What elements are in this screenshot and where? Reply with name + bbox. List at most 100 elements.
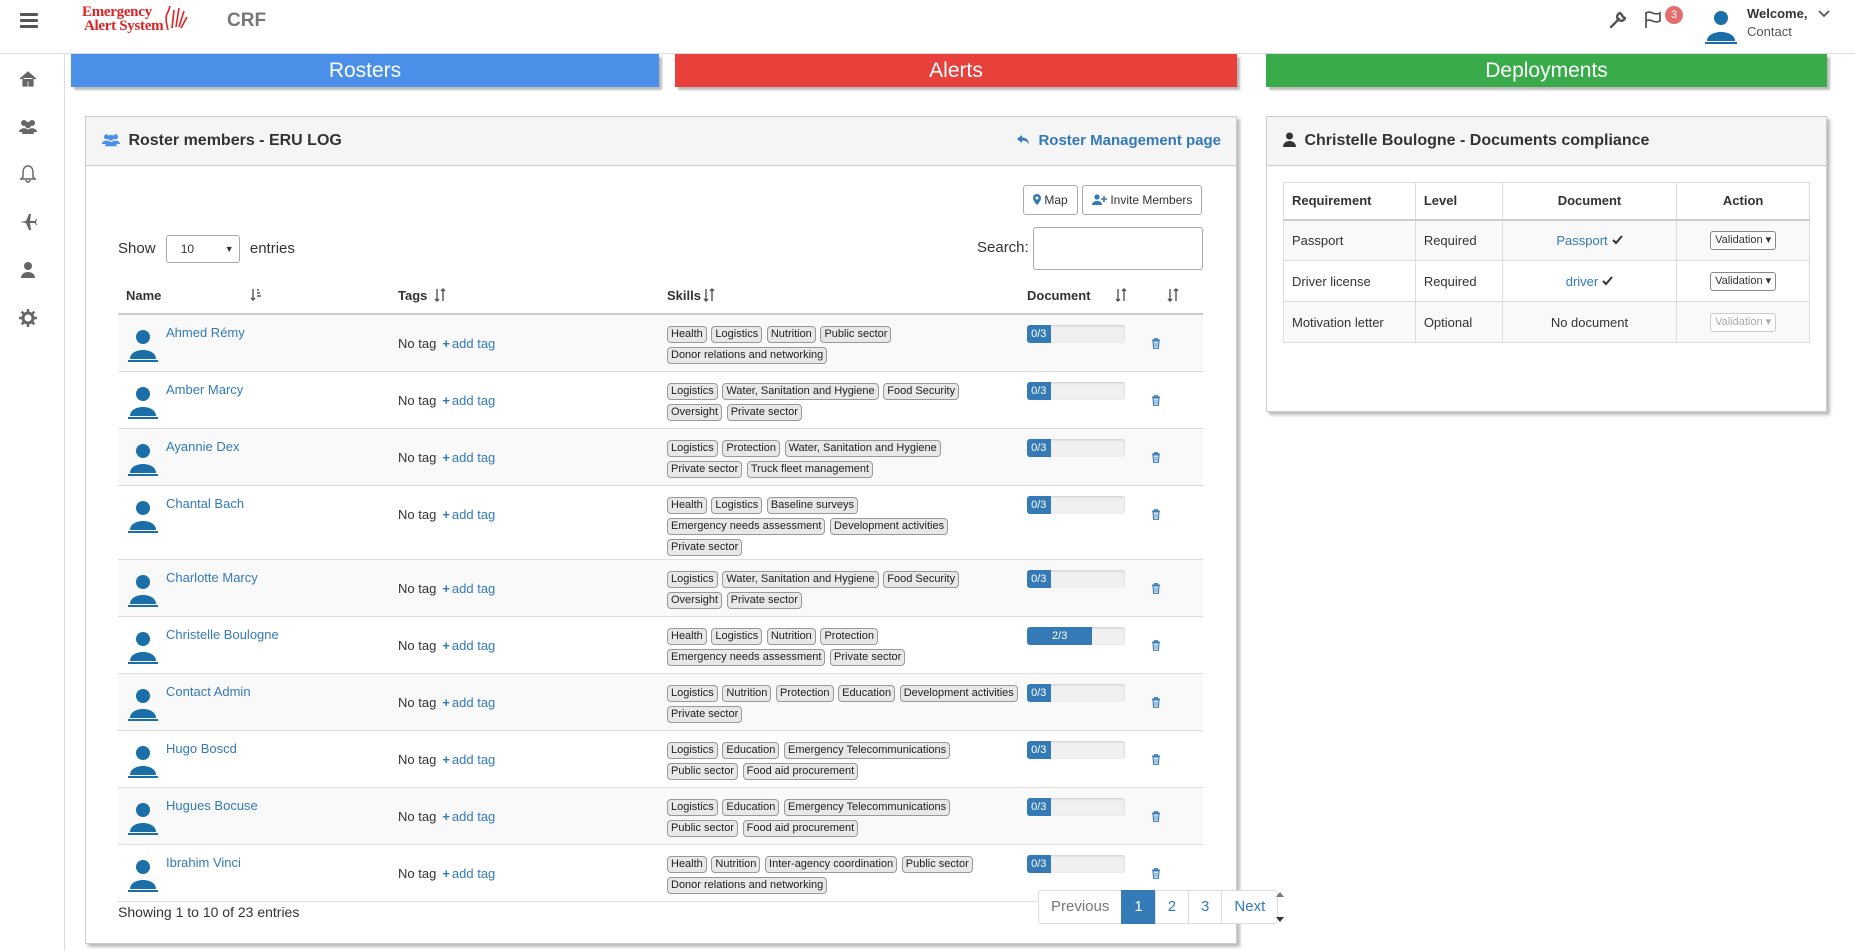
member-name-link[interactable]: Chantal Bach [166, 496, 244, 511]
avatar[interactable] [126, 496, 160, 537]
skill-tag: Private sector [667, 460, 743, 478]
gear-icon[interactable] [18, 308, 38, 328]
member-tags-cell: No tag + add tag [390, 371, 659, 429]
trash-icon[interactable] [1151, 582, 1161, 597]
add-tag-link[interactable]: + add tag [442, 581, 495, 596]
wrench-icon[interactable] [1608, 10, 1628, 30]
pagination-page-3[interactable]: 3 [1188, 890, 1223, 924]
skill-tag: Education [722, 798, 780, 816]
avatar[interactable] [126, 439, 160, 480]
add-tag-link[interactable]: + add tag [442, 695, 495, 710]
avatar[interactable] [126, 741, 160, 782]
sidebar [0, 54, 65, 951]
validation-dropdown[interactable]: Validation ▾ [1710, 271, 1777, 291]
avatar[interactable] [126, 855, 160, 896]
add-tag-link[interactable]: + add tag [442, 866, 495, 881]
flag-icon[interactable] [1643, 10, 1665, 30]
compliance-header-level: Level [1414, 182, 1503, 221]
column-header-tags-label: Tags [398, 287, 428, 303]
user-avatar[interactable] [1702, 5, 1740, 45]
trash-icon[interactable] [1151, 337, 1161, 352]
column-header-actions[interactable] [1141, 277, 1203, 315]
avatar[interactable] [126, 570, 160, 611]
member-skills-cell: Health Logistics Nutrition Public sector… [659, 314, 1019, 372]
tab-alerts[interactable]: Alerts [675, 54, 1237, 87]
trash-icon[interactable] [1151, 451, 1161, 466]
add-tag-link[interactable]: + add tag [442, 752, 495, 767]
document-link[interactable]: driver [1566, 274, 1599, 289]
trash-icon[interactable] [1151, 696, 1161, 711]
member-name-link[interactable]: Charlotte Marcy [166, 570, 258, 585]
action-cell: Validation ▾ [1676, 260, 1810, 302]
level-cell: Optional [1414, 301, 1503, 343]
roster-management-label: Roster Management page [1038, 132, 1221, 149]
plane-icon[interactable] [18, 212, 38, 232]
bell-icon[interactable] [18, 164, 38, 184]
member-name-cell: Christelle Boulogne [118, 616, 390, 674]
validation-dropdown[interactable]: Validation ▾ [1710, 230, 1777, 250]
avatar[interactable] [126, 798, 160, 839]
member-name-link[interactable]: Hugues Bocuse [166, 798, 258, 813]
document-progress-bar: 0/3 [1027, 797, 1125, 816]
document-progress-fill: 0/3 [1027, 381, 1051, 400]
requirement-cell: Passport [1283, 219, 1416, 261]
scroll-arrows[interactable] [1274, 889, 1286, 925]
sort-icon [1167, 288, 1179, 302]
member-name-link[interactable]: Christelle Boulogne [166, 627, 279, 642]
member-name-link[interactable]: Contact Admin [166, 684, 251, 699]
add-tag-link[interactable]: + add tag [442, 336, 495, 351]
add-tag-link[interactable]: + add tag [442, 393, 495, 408]
add-tag-link[interactable]: + add tag [442, 809, 495, 824]
avatar[interactable] [126, 627, 160, 668]
trash-icon[interactable] [1151, 753, 1161, 768]
pagination-page-1[interactable]: 1 [1121, 890, 1156, 924]
compliance-table-body: Passport Required Passport Validation ▾ Driv… [1283, 219, 1810, 343]
avatar[interactable] [126, 382, 160, 423]
trash-icon[interactable] [1151, 394, 1161, 409]
skill-tag: Protection [722, 439, 780, 457]
entries-select[interactable]: 10 ▼ [165, 235, 240, 263]
trash-icon[interactable] [1151, 867, 1161, 882]
welcome-block[interactable]: Welcome, Contact [1747, 5, 1807, 41]
logo[interactable]: Emergency Alert System [82, 2, 192, 38]
notification-badge[interactable]: 3 [1665, 6, 1683, 24]
member-name-link[interactable]: Amber Marcy [166, 382, 243, 397]
column-header-document[interactable]: Document [1019, 277, 1141, 315]
home-icon[interactable] [18, 69, 38, 89]
member-name-cell: Ahmed Rémy [118, 314, 390, 372]
skill-tag: Private sector [830, 648, 906, 666]
pagination-previous[interactable]: Previous [1038, 890, 1123, 924]
skill-tag: Health [667, 496, 707, 514]
member-name-link[interactable]: Hugo Boscd [166, 741, 237, 756]
member-name-link[interactable]: Ahmed Rémy [166, 325, 245, 340]
menu-icon[interactable] [20, 13, 38, 31]
users-icon[interactable] [18, 116, 38, 136]
add-tag-link[interactable]: + add tag [442, 450, 495, 465]
column-header-skills[interactable]: Skills [659, 277, 1019, 315]
pagination-next[interactable]: Next [1221, 890, 1279, 924]
add-tag-link[interactable]: + add tag [442, 638, 495, 653]
map-button[interactable]: Map [1023, 185, 1078, 215]
pagination-page-2[interactable]: 2 [1154, 890, 1190, 924]
column-header-name[interactable]: Name [118, 277, 390, 315]
tab-deployments[interactable]: Deployments [1266, 54, 1827, 87]
member-name-link[interactable]: Ayannie Dex [166, 439, 239, 454]
member-document-cell: 0/3 [1019, 485, 1141, 560]
invite-members-button[interactable]: Invite Members [1082, 185, 1203, 215]
user-icon[interactable] [18, 260, 38, 280]
roster-management-link[interactable]: Roster Management page [1016, 132, 1221, 149]
avatar[interactable] [126, 684, 160, 725]
tab-rosters[interactable]: Rosters [71, 54, 659, 87]
trash-icon[interactable] [1151, 639, 1161, 654]
column-header-tags[interactable]: Tags [390, 277, 659, 315]
validation-label: Validation [1715, 274, 1763, 287]
search-input[interactable] [1033, 227, 1203, 270]
chevron-down-icon[interactable] [1818, 10, 1830, 18]
document-link[interactable]: Passport [1556, 233, 1607, 248]
add-tag-link[interactable]: + add tag [442, 507, 495, 522]
avatar[interactable] [126, 325, 160, 366]
member-name-link[interactable]: Ibrahim Vinci [166, 855, 241, 870]
trash-icon[interactable] [1151, 810, 1161, 825]
table-row: Driver license Required driver Validation ▾ [1283, 260, 1810, 302]
trash-icon[interactable] [1151, 508, 1161, 523]
